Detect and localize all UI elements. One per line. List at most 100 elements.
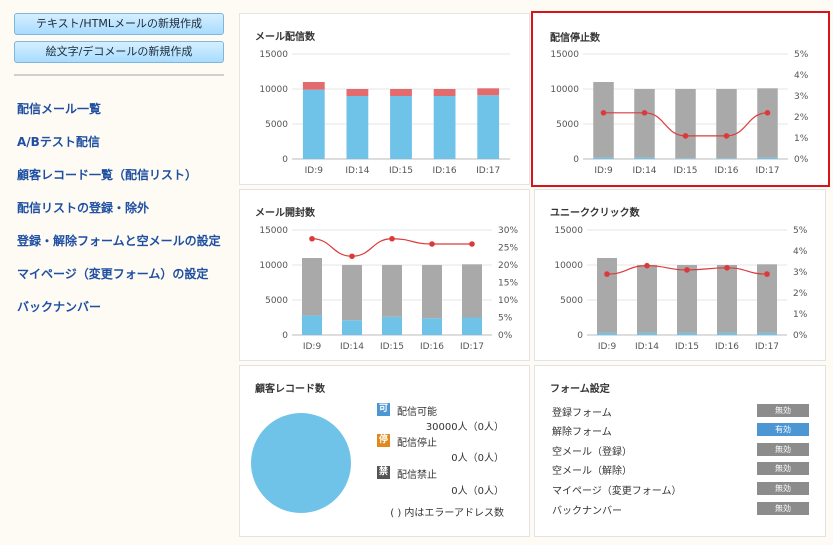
form-row-unsubscribe-status[interactable]: 有効: [757, 423, 809, 436]
rate-point: [469, 241, 475, 247]
sidebar-divider: [14, 74, 224, 76]
form-row-unsubscribe-label: 解除フォーム: [552, 427, 612, 438]
rate-point: [641, 110, 648, 116]
bar-segment: [462, 317, 482, 335]
rate-point: [764, 110, 771, 116]
x-tick-label: ID:16: [420, 342, 444, 352]
x-tick-label: ID:9: [305, 166, 324, 176]
bar-segment: [597, 332, 617, 335]
mail-open-panel: メール開封数 0 5000 10000 15000 0% 5% 10% 15% 20% 25% 30…: [239, 189, 530, 361]
y2-tick-label: 3%: [794, 92, 809, 102]
bar-segment: [346, 89, 369, 96]
y-tick-label: 15000: [550, 50, 579, 60]
error-address-note: ( ) 内はエラーアドレス数: [390, 508, 504, 519]
bar-segment: [477, 88, 500, 96]
y2-tick-label: 1%: [794, 134, 809, 144]
delivery-stop-chart: 0 5000 10000 15000 0% 1% 2% 3% 4% 5% ID:9 ID:14 ID:1…: [550, 50, 809, 176]
bar-segment: [346, 96, 369, 159]
y2-tick-label: 3%: [793, 268, 808, 278]
bar-segment: [382, 316, 402, 335]
rate-point: [723, 133, 730, 139]
bar-segment: [716, 158, 737, 159]
bar-segment: [717, 265, 737, 333]
rate-point: [684, 267, 690, 273]
banned-count: 0人（0人）: [451, 486, 504, 497]
new-text-html-mail-button[interactable]: テキスト/HTMLメールの新規作成: [14, 13, 224, 35]
y2-tick-label: 5%: [498, 314, 513, 324]
y-tick-label: 5000: [556, 120, 579, 130]
y2-tick-label: 25%: [498, 244, 518, 254]
y2-tick-label: 5%: [793, 226, 808, 236]
form-row-mypage-status[interactable]: 無効: [757, 482, 809, 495]
rate-point: [600, 110, 607, 116]
bar-segment: [342, 265, 362, 321]
y-tick-label: 15000: [259, 226, 288, 236]
bar-segment: [390, 89, 412, 96]
sidebar-link-backnumber[interactable]: バックナンバー: [17, 298, 101, 315]
bar-segment: [757, 88, 778, 158]
bar-segment: [716, 89, 737, 159]
new-deco-mail-button[interactable]: 絵文字/デコメールの新規作成: [14, 41, 224, 63]
x-tick-label: ID:16: [433, 166, 457, 176]
rate-point: [724, 265, 730, 271]
form-row-empty-register-status[interactable]: 無効: [757, 443, 809, 456]
stopped-label: 配信停止: [397, 438, 437, 449]
x-tick-label: ID:9: [303, 342, 322, 352]
sidebar-link-customer-records[interactable]: 顧客レコード一覧（配信リスト）: [17, 166, 197, 183]
y2-tick-label: 15%: [498, 279, 518, 289]
y-tick-label: 15000: [554, 226, 583, 236]
form-row-register-label: 登録フォーム: [552, 408, 612, 419]
deliverable-label: 配信可能: [397, 407, 437, 418]
sidebar-link-form-settings[interactable]: 登録・解除フォームと空メールの設定: [17, 232, 221, 249]
pie-slice-deliverable: [251, 413, 351, 513]
rate-point: [644, 262, 650, 269]
unique-click-chart: 0 5000 10000 15000 0% 1% 2% 3% 4% 5% ID:9 ID:14 ID:1…: [554, 226, 808, 352]
deliverable-count: 30000人（0人）: [425, 422, 504, 433]
form-settings-title: フォーム設定: [550, 384, 610, 395]
y-tick-label: 5000: [265, 120, 288, 130]
y2-tick-label: 10%: [498, 296, 518, 306]
rate-point: [349, 253, 355, 260]
sidebar-link-list-register[interactable]: 配信リストの登録・除外: [17, 199, 149, 216]
rate-point: [429, 241, 435, 247]
stopped-icon: 停: [377, 434, 390, 447]
x-tick-label: ID:16: [714, 166, 738, 176]
x-tick-label: ID:15: [380, 342, 404, 352]
bar-segment: [390, 96, 412, 159]
bar-segment: [302, 315, 322, 335]
bar-segment: [757, 157, 778, 159]
banned-icon: 禁: [377, 466, 390, 479]
y-tick-label: 10000: [554, 261, 583, 271]
bar-segment: [675, 158, 696, 159]
bar-segment: [675, 89, 696, 159]
bar-segment: [634, 89, 655, 158]
y2-tick-label: 1%: [793, 310, 808, 320]
x-tick-label: ID:14: [635, 342, 659, 352]
x-tick-label: ID:9: [594, 166, 613, 176]
rate-point: [389, 235, 395, 242]
sidebar-link-mypage-settings[interactable]: マイページ（変更フォーム）の設定: [17, 265, 208, 282]
sidebar-link-mail-list[interactable]: 配信メール一覧: [17, 100, 101, 117]
bar-segment: [477, 95, 500, 159]
form-row-empty-unsubscribe-status[interactable]: 無効: [757, 462, 809, 475]
y-tick-label: 0: [573, 155, 579, 165]
bar-segment: [422, 318, 442, 335]
form-row-backnumber-label: バックナンバー: [552, 506, 622, 517]
form-row-register-status[interactable]: 無効: [757, 404, 809, 417]
form-row-empty-register-label: 空メール（登録）: [552, 447, 632, 458]
form-settings-panel: フォーム設定 登録フォーム 無効 解除フォーム 有効 空メール（登録） 無効 空…: [534, 365, 826, 537]
y-tick-label: 5000: [560, 296, 583, 306]
y2-tick-label: 5%: [794, 50, 809, 60]
y2-tick-label: 2%: [794, 113, 809, 123]
y2-tick-label: 20%: [498, 261, 518, 271]
y-tick-label: 0: [282, 155, 288, 165]
form-row-empty-unsubscribe-label: 空メール（解除）: [552, 466, 632, 477]
x-tick-label: ID:17: [755, 342, 779, 352]
bar-segment: [593, 82, 614, 158]
x-tick-label: ID:17: [755, 166, 779, 176]
sidebar-link-ab-test[interactable]: A/Bテスト配信: [17, 133, 100, 150]
form-row-backnumber-status[interactable]: 無効: [757, 502, 809, 515]
bar-segment: [597, 258, 617, 333]
banned-label: 配信禁止: [397, 470, 437, 481]
y2-tick-label: 0%: [794, 155, 809, 165]
